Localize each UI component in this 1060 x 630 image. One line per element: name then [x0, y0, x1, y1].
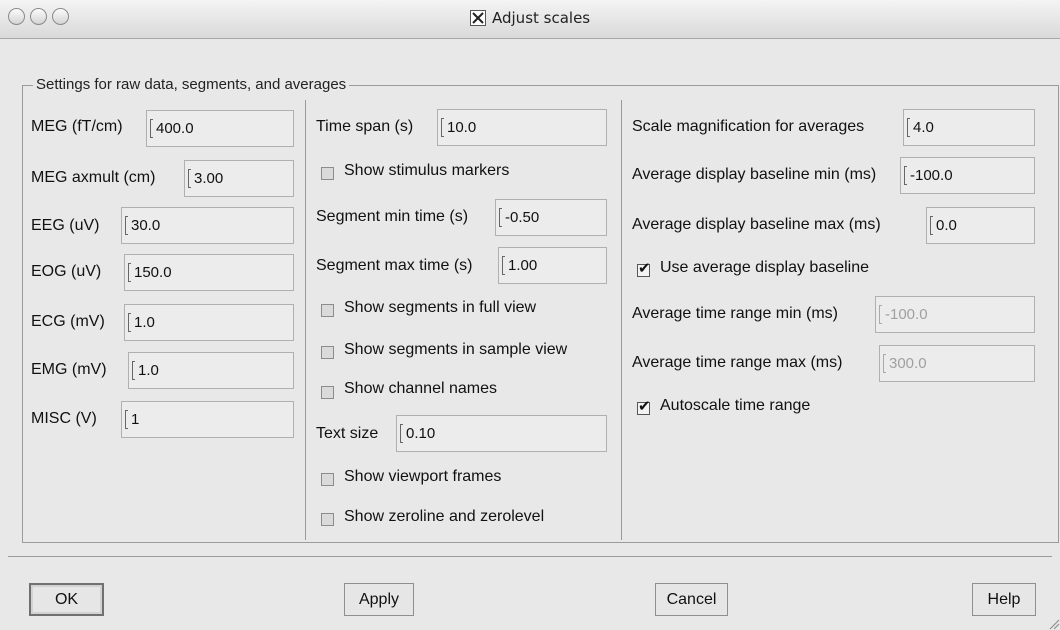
- text-cursor-icon: [499, 208, 502, 227]
- resize-grip-icon[interactable]: [1046, 616, 1060, 630]
- eeg-value: 30.0: [131, 217, 161, 234]
- use-baseline-label[interactable]: Use average display baseline: [660, 259, 869, 277]
- text-cursor-icon: [879, 305, 882, 324]
- baseline-min-label: Average display baseline min (ms): [632, 166, 877, 183]
- scale-magnification-label: Scale magnification for averages: [632, 118, 865, 135]
- time-span-value: 10.0: [447, 119, 477, 136]
- checkmark-icon: ✔: [638, 398, 651, 415]
- autoscale-label[interactable]: Autoscale time range: [660, 397, 810, 415]
- eog-label: EOG (uV): [31, 263, 102, 280]
- time-range-max-value: 300.0: [889, 355, 927, 372]
- text-size-label: Text size: [316, 425, 379, 442]
- eeg-input[interactable]: 30.0: [121, 207, 294, 244]
- button-separator: [8, 556, 1052, 557]
- close-window-button[interactable]: [8, 8, 25, 25]
- scale-magnification-value: 4.0: [913, 119, 934, 136]
- show-stimulus-markers-checkbox[interactable]: [321, 167, 334, 180]
- text-cursor-icon: [132, 361, 135, 380]
- misc-value: 1: [131, 411, 140, 428]
- text-cursor-icon: [125, 410, 128, 429]
- show-viewport-frames-checkbox[interactable]: [321, 473, 334, 486]
- text-cursor-icon: [907, 118, 910, 137]
- misc-label: MISC (V): [31, 410, 97, 427]
- autoscale-checkbox[interactable]: ✔: [637, 398, 651, 415]
- show-segments-full-checkbox[interactable]: [321, 304, 334, 317]
- ecg-value: 1.0: [134, 314, 155, 331]
- segment-min-label: Segment min time (s): [316, 208, 469, 225]
- segment-min-input[interactable]: -0.50: [495, 199, 607, 236]
- meg-axmult-input[interactable]: 3.00: [184, 160, 294, 197]
- minimize-window-button[interactable]: [30, 8, 47, 25]
- segment-max-value: 1.00: [508, 257, 538, 274]
- time-range-max-input[interactable]: 300.0: [879, 345, 1035, 382]
- show-viewport-frames-label[interactable]: Show viewport frames: [344, 468, 501, 486]
- text-cursor-icon: [125, 216, 128, 235]
- text-size-input[interactable]: 0.10: [396, 415, 607, 452]
- time-range-max-label: Average time range max (ms): [632, 354, 843, 371]
- text-cursor-icon: [400, 424, 403, 443]
- text-cursor-icon: [904, 166, 907, 185]
- text-cursor-icon: [441, 118, 444, 137]
- show-segments-sample-label[interactable]: Show segments in sample view: [344, 341, 567, 359]
- meg-value: 400.0: [156, 120, 194, 137]
- show-zeroline-checkbox[interactable]: [321, 513, 334, 526]
- show-segments-full-label[interactable]: Show segments in full view: [344, 299, 536, 317]
- text-cursor-icon: [150, 119, 153, 138]
- cancel-button[interactable]: Cancel: [655, 583, 728, 616]
- ecg-input[interactable]: 1.0: [124, 304, 294, 341]
- eeg-label: EEG (uV): [31, 217, 100, 234]
- emg-label: EMG (mV): [31, 361, 107, 378]
- time-range-min-input[interactable]: -100.0: [875, 296, 1035, 333]
- baseline-max-label: Average display baseline max (ms): [632, 216, 881, 233]
- segment-min-value: -0.50: [505, 209, 540, 226]
- time-span-input[interactable]: 10.0: [437, 109, 607, 146]
- show-channel-names-label[interactable]: Show channel names: [344, 380, 497, 398]
- title-bar: Adjust scales: [0, 0, 1060, 39]
- scale-magnification-input[interactable]: 4.0: [903, 109, 1035, 146]
- text-cursor-icon: [128, 263, 131, 282]
- apply-button[interactable]: Apply: [344, 583, 414, 616]
- show-zeroline-label[interactable]: Show zeroline and zerolevel: [344, 508, 544, 526]
- baseline-max-value: 0.0: [936, 217, 957, 234]
- checkmark-icon: ✔: [638, 260, 651, 277]
- settings-group-legend: Settings for raw data, segments, and ave…: [33, 76, 350, 93]
- time-range-min-value: -100.0: [885, 306, 928, 323]
- text-size-value: 0.10: [406, 425, 436, 442]
- column-divider-1: [305, 100, 306, 540]
- text-cursor-icon: [128, 313, 131, 332]
- window-title: Adjust scales: [492, 9, 591, 27]
- zoom-window-button[interactable]: [52, 8, 69, 25]
- text-cursor-icon: [930, 216, 933, 235]
- emg-value: 1.0: [138, 362, 159, 379]
- meg-axmult-label: MEG axmult (cm): [31, 169, 156, 186]
- eog-input[interactable]: 150.0: [124, 254, 294, 291]
- baseline-min-input[interactable]: -100.0: [900, 157, 1035, 194]
- meg-input[interactable]: 400.0: [146, 110, 294, 147]
- show-stimulus-markers-label[interactable]: Show stimulus markers: [344, 162, 509, 180]
- eog-value: 150.0: [134, 264, 172, 281]
- show-channel-names-checkbox[interactable]: [321, 386, 334, 399]
- text-cursor-icon: [883, 354, 886, 373]
- baseline-min-value: -100.0: [910, 167, 953, 184]
- meg-label: MEG (fT/cm): [31, 118, 123, 135]
- emg-input[interactable]: 1.0: [128, 352, 294, 389]
- segment-max-label: Segment max time (s): [316, 257, 473, 274]
- text-cursor-icon: [502, 256, 505, 275]
- help-button[interactable]: Help: [972, 583, 1036, 616]
- misc-input[interactable]: 1: [121, 401, 294, 438]
- time-span-label: Time span (s): [316, 118, 414, 135]
- window-title-group: Adjust scales: [470, 9, 590, 27]
- show-segments-sample-checkbox[interactable]: [321, 346, 334, 359]
- ecg-label: ECG (mV): [31, 313, 105, 330]
- column-divider-2: [621, 100, 622, 540]
- use-baseline-checkbox[interactable]: ✔: [637, 260, 651, 277]
- text-cursor-icon: [188, 169, 191, 188]
- time-range-min-label: Average time range min (ms): [632, 305, 838, 322]
- ok-button[interactable]: OK: [29, 583, 104, 616]
- meg-axmult-value: 3.00: [194, 170, 224, 187]
- segment-max-input[interactable]: 1.00: [498, 247, 607, 284]
- x11-icon: [470, 10, 486, 26]
- baseline-max-input[interactable]: 0.0: [926, 207, 1035, 244]
